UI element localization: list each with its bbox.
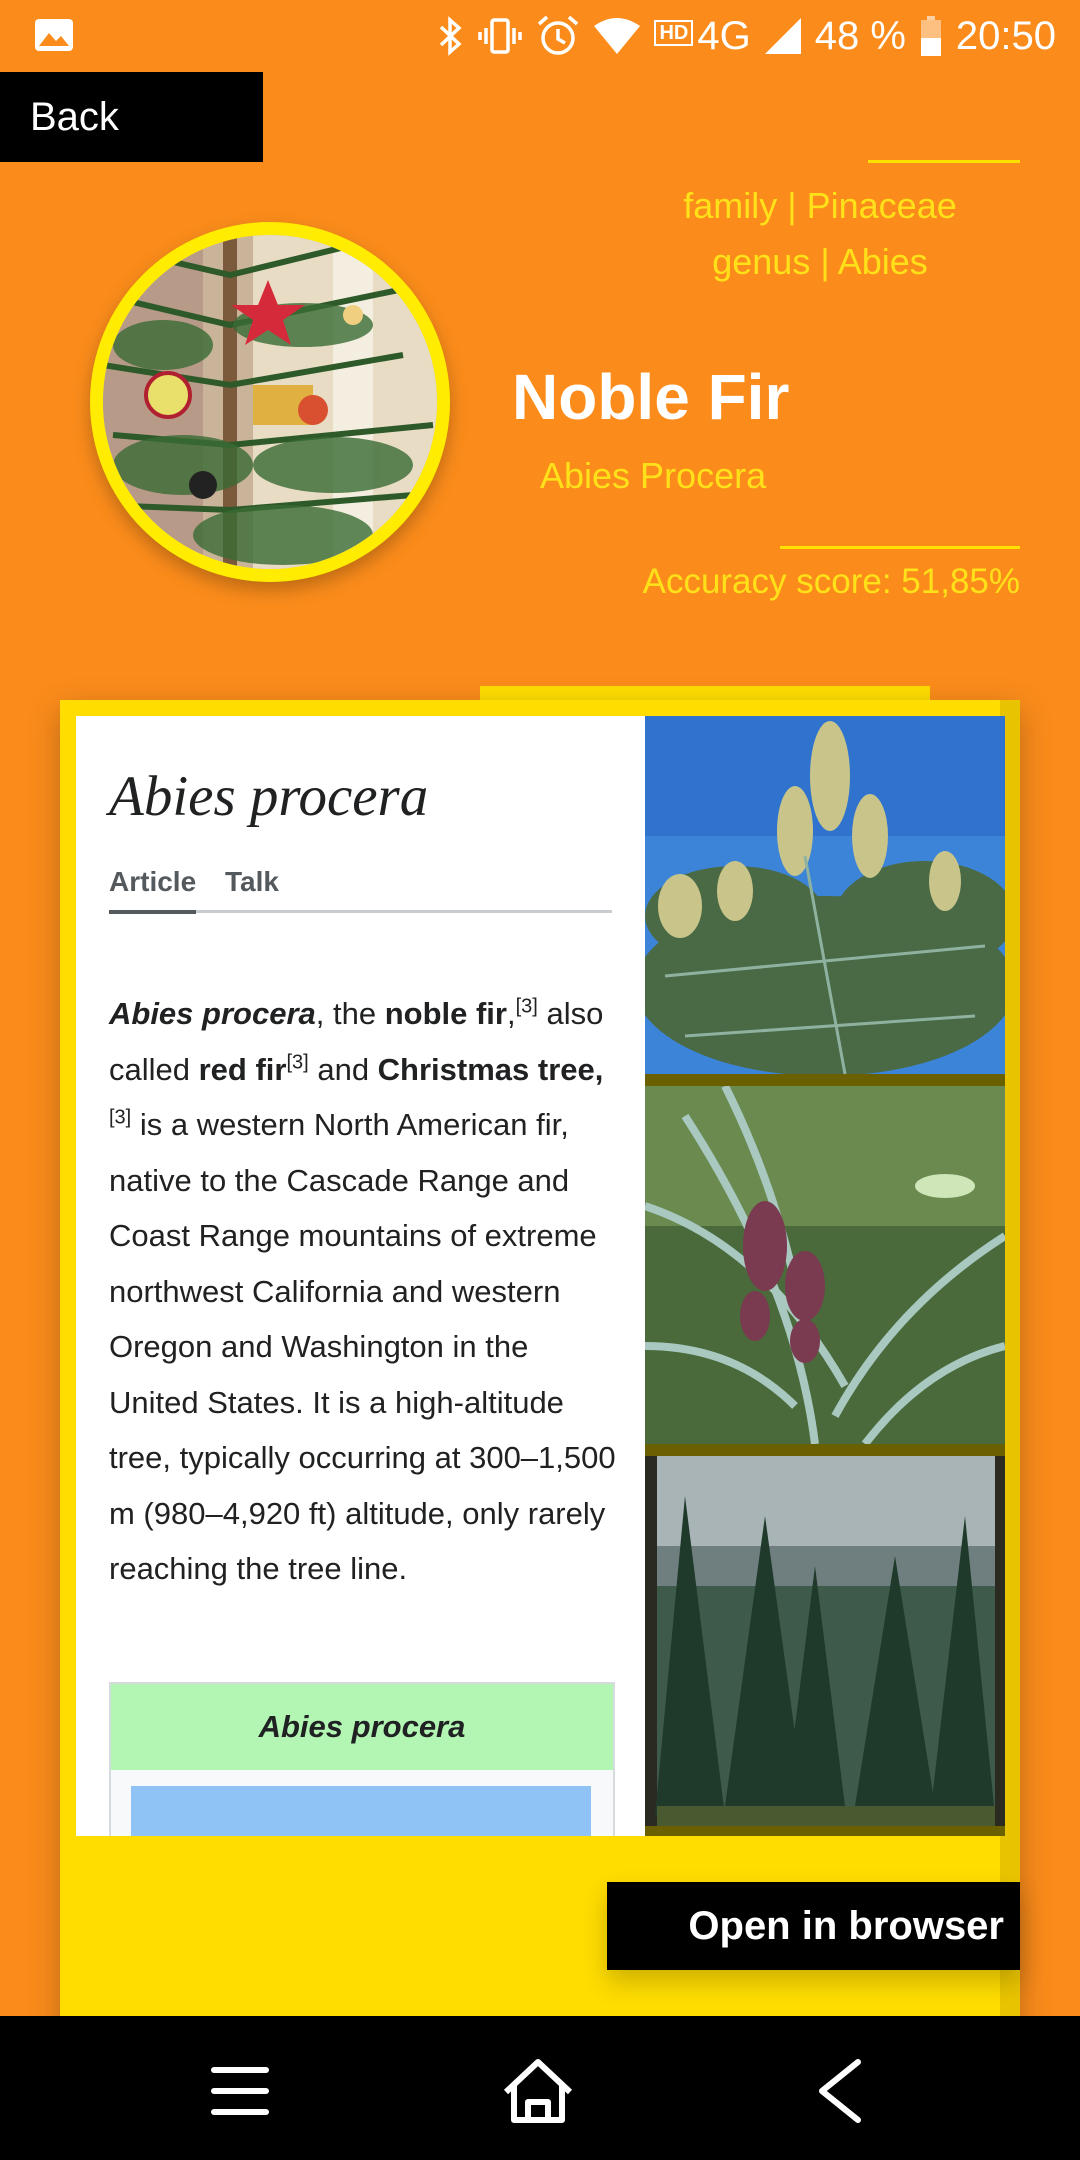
- photo-forest[interactable]: [645, 1456, 1005, 1826]
- signal-icon: [764, 18, 801, 54]
- christmas-tree-photo: [103, 235, 437, 569]
- back-nav-icon[interactable]: [800, 2056, 880, 2126]
- infobox-title: Abies procera: [111, 1684, 613, 1770]
- term-scientific: Abies procera: [109, 996, 316, 1031]
- scientific-name: Abies Procera: [540, 455, 767, 496]
- alarm-icon: [538, 15, 579, 55]
- system-nav-bar: [0, 2016, 1080, 2160]
- hd-badge: HD: [654, 20, 694, 46]
- accuracy-divider: [780, 546, 1020, 549]
- photo-strip: [645, 716, 1005, 1836]
- article-tabs: Article Talk: [109, 866, 612, 914]
- gallery-notification-icon: [35, 19, 73, 51]
- battery-icon: [920, 16, 941, 56]
- text-fragment: ,: [506, 996, 516, 1031]
- reference-link[interactable]: [3]: [516, 996, 538, 1018]
- photo-cones[interactable]: [645, 716, 1005, 1074]
- article-intro: Abies procera, the noble fir,[3] also ca…: [109, 986, 619, 1597]
- text-fragment: and: [308, 1051, 378, 1087]
- reference-link[interactable]: [3]: [109, 1107, 131, 1129]
- text-fragment: , the: [315, 996, 385, 1031]
- taxonomy-block: family | Pinaceae genus | Abies: [620, 178, 1020, 290]
- infobox: Abies procera: [109, 1682, 615, 1836]
- reference-link[interactable]: [3]: [286, 1051, 308, 1073]
- text-fragment: is a western North American fir, native …: [109, 1107, 616, 1586]
- infobox-image: [131, 1786, 591, 1836]
- article-title: Abies procera: [109, 765, 429, 828]
- vibrate-icon: [478, 18, 523, 54]
- menu-icon[interactable]: [200, 2056, 280, 2126]
- term-christmas-tree: Christmas tree: [377, 1051, 595, 1087]
- status-bar: HD 4G 48 % 20:50: [0, 0, 1080, 72]
- network-type: 4G: [697, 13, 751, 58]
- text-fragment: ,: [594, 1051, 604, 1087]
- tab-article[interactable]: Article: [109, 866, 197, 914]
- photo-flowers[interactable]: [645, 1086, 1005, 1444]
- clock: 20:50: [955, 13, 1056, 58]
- battery-percent: 48 %: [814, 13, 906, 58]
- article-body: Abies procera, the noble fir,[3] also ca…: [109, 986, 619, 1597]
- bluetooth-icon: [440, 16, 463, 56]
- taxonomy-divider-top: [868, 160, 1020, 163]
- tab-talk[interactable]: Talk: [225, 866, 279, 910]
- back-button[interactable]: Back: [0, 72, 263, 162]
- accuracy-score: Accuracy score: 51,85%: [642, 562, 1020, 601]
- home-icon[interactable]: [498, 2056, 578, 2126]
- genus-label: genus | Abies: [712, 241, 928, 282]
- family-label: family | Pinaceae: [683, 185, 957, 226]
- open-in-browser-button[interactable]: Open in browser: [607, 1882, 1020, 1970]
- wiki-card: Abies procera Article Talk Abies procera…: [60, 700, 1020, 2030]
- term-red-fir: red fir: [198, 1051, 287, 1087]
- wiki-webview[interactable]: Abies procera Article Talk Abies procera…: [76, 716, 645, 1836]
- wifi-icon: [594, 18, 641, 54]
- term-noble-fir: noble fir: [384, 996, 507, 1031]
- identified-photo: [90, 222, 450, 582]
- common-name-title: Noble Fir: [512, 361, 790, 433]
